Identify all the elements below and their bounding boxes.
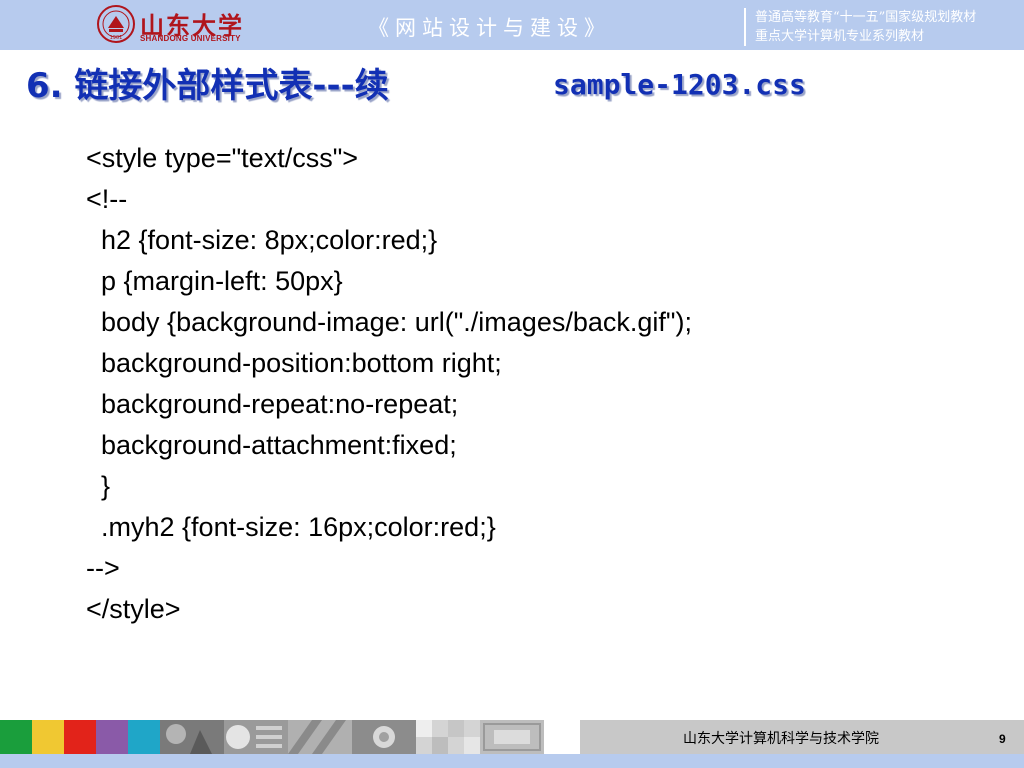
code-line: background-position:bottom right; — [86, 348, 502, 378]
footer-decoration-strip — [0, 720, 544, 754]
code-line: h2 {font-size: 8px;color:red;} — [86, 225, 438, 255]
code-line: p {margin-left: 50px} — [86, 266, 343, 296]
series-line-1: 普通高等教育“十一五”国家级规划教材 — [755, 10, 977, 25]
code-line: } — [86, 471, 111, 501]
decorative-thumbnail — [352, 720, 416, 754]
decorative-thumbnail — [160, 720, 224, 754]
code-line: --> — [86, 553, 120, 583]
code-line: body {background-image: url("./images/ba… — [86, 307, 692, 337]
decorative-thumbnail — [416, 720, 480, 754]
code-line: <style type="text/css"> — [86, 143, 359, 173]
code-block: <style type="text/css"> <!-- h2 {font-si… — [86, 138, 966, 630]
series-line-2: 重点大学计算机专业系列教材 — [755, 29, 925, 44]
decorative-thumbnail — [480, 720, 544, 754]
color-swatch — [0, 720, 32, 754]
code-line: background-attachment:fixed; — [86, 430, 457, 460]
header-band: 1901 山东大学 SHANDONG UNIVERSITY 《网站设计与建设》 … — [0, 0, 1024, 50]
logo-subtitle: SHANDONG UNIVERSITY — [140, 34, 241, 43]
seal-year: 1901 — [110, 35, 123, 41]
color-swatch — [32, 720, 64, 754]
code-line: background-repeat:no-repeat; — [86, 389, 459, 419]
decorative-thumbnail — [288, 720, 352, 754]
color-swatch — [128, 720, 160, 754]
slide-title-filename: sample-1203.css — [553, 68, 806, 101]
footer: 山东大学计算机科学与技术学院 9 — [0, 720, 1024, 768]
footer-school-name: 山东大学计算机科学与技术学院 — [683, 731, 879, 747]
page-number: 9 — [999, 732, 1006, 746]
code-line: </style> — [86, 594, 181, 624]
code-line: .myh2 {font-size: 16px;color:red;} — [86, 512, 496, 542]
decorative-thumbnail — [224, 720, 288, 754]
color-swatch — [96, 720, 128, 754]
header-divider — [744, 8, 746, 46]
footer-base-band — [0, 754, 1024, 768]
university-logo: 1901 山东大学 SHANDONG UNIVERSITY — [96, 4, 242, 46]
code-line: <!-- — [86, 184, 128, 214]
university-seal-icon: 1901 — [97, 5, 135, 43]
course-title: 《网站设计与建设》 — [368, 16, 611, 40]
color-swatch — [64, 720, 96, 754]
slide-title: 6. 链接外部样式表---续 — [26, 66, 389, 106]
